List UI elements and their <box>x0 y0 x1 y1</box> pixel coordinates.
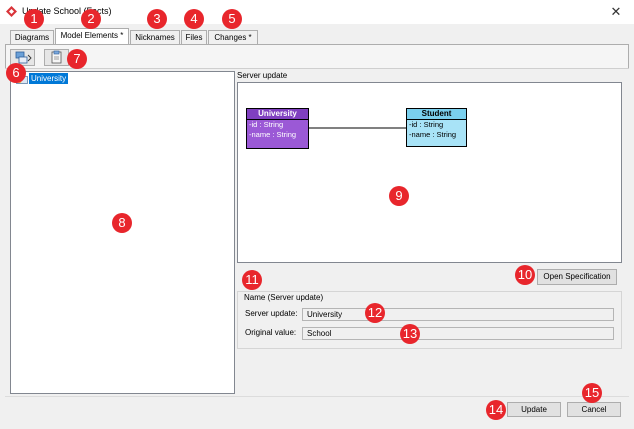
class-student[interactable]: Student -id : String -name : String <box>406 108 467 147</box>
server-update-field-label: Server update: <box>245 309 298 318</box>
callout-badge: 5 <box>222 9 242 29</box>
tab-nicknames[interactable]: Nicknames <box>130 30 180 44</box>
original-value-field-label: Original value: <box>245 328 297 337</box>
tab-model-elements[interactable]: Model Elements * <box>55 28 129 45</box>
group-title: Name (Server update) <box>244 293 324 302</box>
open-specification-button[interactable]: Open Specification <box>537 269 617 285</box>
class-university[interactable]: University -id : String -name : String <box>246 108 309 149</box>
original-value-field[interactable]: School <box>302 327 614 340</box>
class-attribute: -name : String <box>409 130 457 139</box>
app-logo-icon <box>6 6 17 17</box>
tab-changes[interactable]: Changes * <box>208 30 258 44</box>
cancel-button[interactable]: Cancel <box>567 402 621 417</box>
collapse-all-button[interactable] <box>44 49 69 66</box>
class-attribute: -name : String <box>249 130 297 139</box>
toolbar-divider <box>5 68 629 69</box>
tab-diagrams[interactable]: Diagrams <box>10 30 54 44</box>
callout-badge: 7 <box>67 49 87 69</box>
callout-badge: 6 <box>6 63 26 83</box>
callout-badge: 1 <box>24 9 44 29</box>
association-line <box>308 127 406 129</box>
callout-badge: 13 <box>400 324 420 344</box>
callout-badge: 14 <box>486 400 506 420</box>
class-attribute: -id : String <box>249 120 284 129</box>
callout-badge: 3 <box>147 9 167 29</box>
callout-badge: 2 <box>81 9 101 29</box>
class-attribute: -id : String <box>409 120 444 129</box>
server-update-field[interactable]: University <box>302 308 614 321</box>
callout-badge: 15 <box>582 383 602 403</box>
callout-badge: 11 <box>242 270 262 290</box>
tab-files[interactable]: Files <box>181 30 207 44</box>
server-update-label: Server update <box>237 71 288 80</box>
close-window-button[interactable]: ✕ <box>609 5 623 19</box>
tree-item-label: University <box>29 72 69 84</box>
update-button[interactable]: Update <box>507 402 561 417</box>
class-name: University <box>247 109 308 120</box>
callout-badge: 9 <box>389 186 409 206</box>
callout-badge: 10 <box>515 265 535 285</box>
toolbar <box>5 45 629 68</box>
callout-badge: 8 <box>112 213 132 233</box>
class-name: Student <box>407 109 466 120</box>
footer-divider <box>5 396 629 397</box>
callout-badge: 4 <box>184 9 204 29</box>
callout-badge: 12 <box>365 303 385 323</box>
clipboard-icon <box>51 50 62 64</box>
